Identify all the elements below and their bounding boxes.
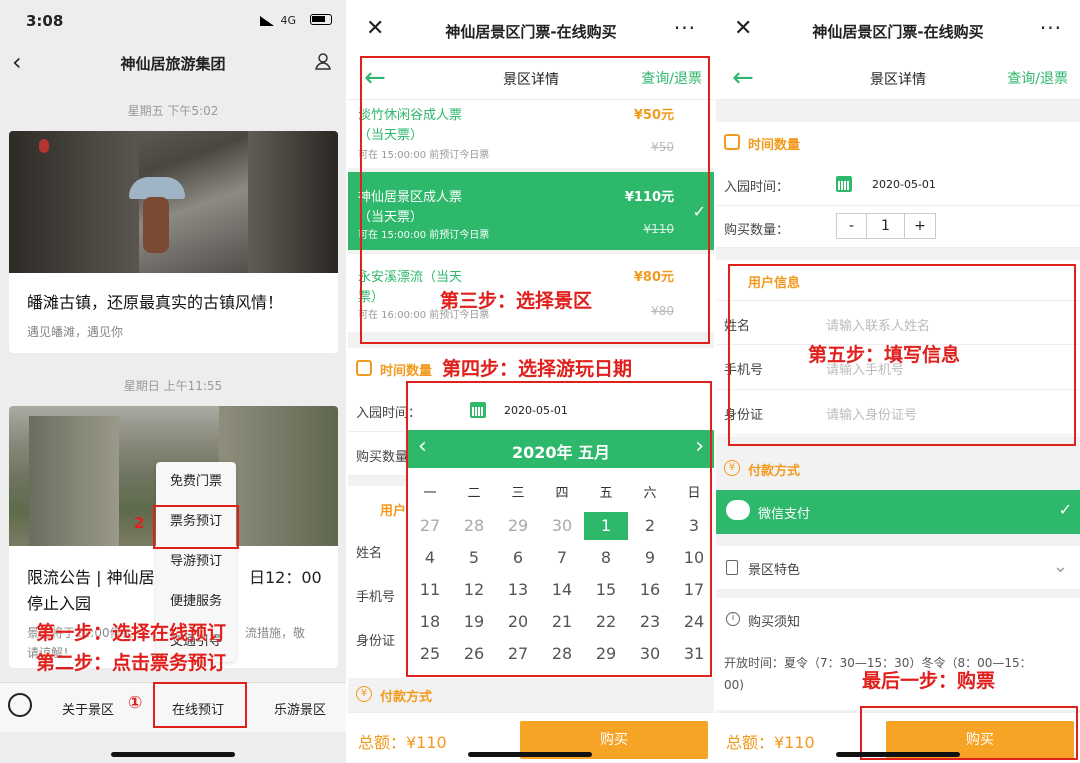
qty-minus-button[interactable]: - xyxy=(837,214,867,238)
network-label: 4G xyxy=(280,14,296,27)
id-label: 身份证 xyxy=(356,634,396,649)
highlight-box xyxy=(153,682,247,728)
chat-header: ‹ 神仙居旅游集团 xyxy=(0,42,346,84)
home-indicator xyxy=(836,752,960,757)
document-icon xyxy=(726,560,738,575)
article-title-end: 日12：00 xyxy=(249,568,322,587)
more-icon[interactable]: ··· xyxy=(674,16,696,40)
menu-item-convenience[interactable]: 便捷服务 xyxy=(156,582,236,622)
sub-header: ← 景区详情 查询/退票 xyxy=(716,58,1080,100)
info-icon: i xyxy=(726,612,740,626)
highlight-box xyxy=(153,505,239,549)
query-refund-link[interactable]: 查询/退票 xyxy=(1007,68,1068,88)
section-title: 付款方式 xyxy=(380,690,433,705)
total-amount: 总额：¥110 xyxy=(358,733,447,752)
qty-value[interactable]: 1 xyxy=(867,214,905,238)
name-label: 姓名 xyxy=(356,546,383,561)
qty-label: 购买数量： xyxy=(724,223,790,238)
check-icon: ✓ xyxy=(1058,500,1072,519)
article-card[interactable]: 皤滩古镇，还原最真实的古镇风情！ 遇见皤滩，遇见你 xyxy=(9,131,338,353)
entry-date-value: 2020-05-01 xyxy=(872,178,936,191)
tab-fun[interactable]: 乐游景区 xyxy=(274,699,326,718)
page-title: 神仙居景区门票-在线购买 xyxy=(445,23,617,41)
payment-header: ¥ 付款方式 xyxy=(716,450,1080,488)
step5-annotation: 第五步：填写信息 xyxy=(808,344,961,366)
payment-header: ¥ 付款方式 xyxy=(348,678,714,712)
quantity-stepper: - 1 + xyxy=(836,213,936,239)
home-indicator xyxy=(111,752,235,757)
wechat-pay-option[interactable]: 微信支付 ✓ xyxy=(716,490,1080,534)
qty-row: 购买数量： - 1 + xyxy=(716,206,1080,248)
features-row[interactable]: 景区特色 ⌄ xyxy=(716,546,1080,590)
last-step-annotation: 最后一步：购票 xyxy=(862,670,996,692)
section-title: 时间数量 xyxy=(748,138,801,153)
chevron-down-icon[interactable]: ⌄ xyxy=(1053,556,1068,577)
tab-about[interactable]: 关于景区 xyxy=(62,699,114,718)
message-timestamp: 星期日 上午11:55 xyxy=(123,379,223,393)
phone-label: 手机号 xyxy=(356,590,396,605)
signal-icon xyxy=(260,16,274,26)
article-title: 限流公告 | 神仙居 xyxy=(27,568,155,587)
battery-icon xyxy=(310,14,332,25)
article-title: 皤滩古镇，还原最真实的古镇风情！ xyxy=(27,293,284,312)
article-subtitle-end: 流措施，敬 xyxy=(245,626,306,640)
profile-icon[interactable] xyxy=(314,52,332,70)
qty-plus-button[interactable]: + xyxy=(905,214,935,238)
page-header: ✕ 神仙居景区门票-在线购买 ··· xyxy=(348,0,714,58)
step4-annotation: 第四步：选择游玩日期 xyxy=(442,358,633,380)
yuan-icon: ¥ xyxy=(724,460,740,476)
article-title-line2: 停止入园 xyxy=(27,594,92,613)
page-header: ✕ 神仙居景区门票-在线购买 ··· xyxy=(716,0,1080,58)
section-title: 付款方式 xyxy=(748,464,801,479)
keyboard-icon[interactable] xyxy=(8,693,32,717)
section-title: 时间数量 xyxy=(380,364,433,379)
qty-label: 购买数量 xyxy=(356,450,409,465)
step1-number: ① xyxy=(128,693,143,713)
entry-label: 入园时间： xyxy=(724,180,790,195)
status-bar: 3:08 4G xyxy=(0,0,346,42)
step3-annotation: 第三步：选择景区 xyxy=(440,290,593,312)
time-qty-header: 时间数量 xyxy=(716,122,1080,162)
wechat-icon xyxy=(726,500,750,520)
message-timestamp: 星期五 下午5:02 xyxy=(127,104,219,118)
status-time: 3:08 xyxy=(26,12,64,30)
section-title: 用户 xyxy=(380,504,407,519)
entry-date-row[interactable]: 入园时间： 2020-05-01 xyxy=(716,162,1080,206)
notice-label: 购买须知 xyxy=(748,615,801,630)
page-title: 神仙居景区门票-在线购买 xyxy=(812,23,984,41)
more-icon[interactable]: ··· xyxy=(1040,16,1062,40)
step2-number: 2 xyxy=(134,514,145,532)
article-subtitle: 遇见皤滩，遇见你 xyxy=(27,325,124,339)
step1-annotation: 第一步：选择在线预订 xyxy=(36,622,227,644)
wechat-pay-label: 微信支付 xyxy=(758,507,811,522)
article-image xyxy=(9,131,338,273)
wechat-account-panel: 3:08 4G ‹ 神仙居旅游集团 星期五 下午5:02 皤滩古镇，还原最真实的… xyxy=(0,0,346,763)
highlight-box xyxy=(406,381,712,677)
opening-hours-2: 00) xyxy=(724,678,744,692)
home-indicator xyxy=(468,752,592,757)
yuan-icon: ¥ xyxy=(356,686,372,702)
features-label: 景区特色 xyxy=(748,563,801,578)
calendar-icon xyxy=(724,134,740,150)
account-title: 神仙居旅游集团 xyxy=(120,55,226,73)
notice-section: i 购买须知 开放时间：夏令（7：30—15：30）冬令（8：00—15： 00… xyxy=(716,598,1080,710)
menu-item-free-ticket[interactable]: 免费门票 xyxy=(156,462,236,502)
checkout-panel: ✕ 神仙居景区门票-在线购买 ··· ← 景区详情 查询/退票 时间数量 入园时… xyxy=(716,0,1080,763)
total-amount: 总额：¥110 xyxy=(726,733,815,752)
calendar-icon xyxy=(836,176,852,192)
step2-annotation: 第二步：点击票务预订 xyxy=(36,652,227,674)
calendar-icon xyxy=(356,360,372,376)
